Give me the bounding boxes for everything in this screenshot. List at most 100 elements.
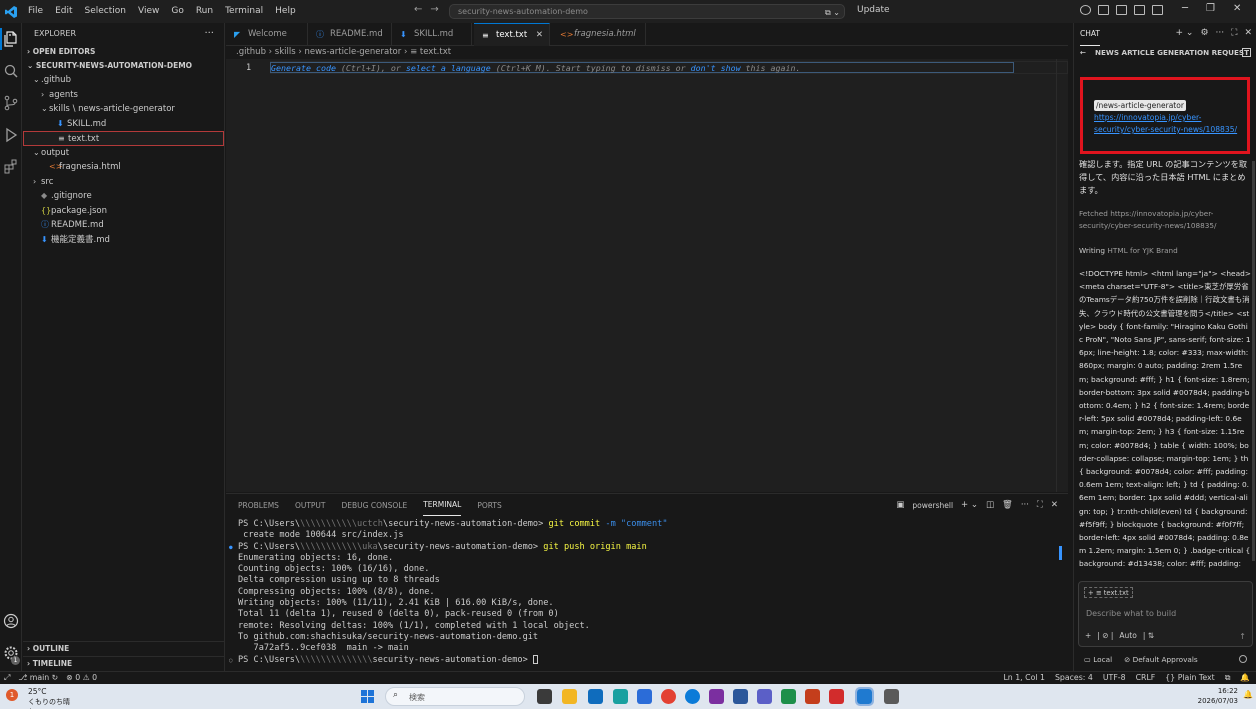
- chat-input-box[interactable]: + ≡ text.txt Describe what to build + | …: [1078, 581, 1253, 647]
- tree-item[interactable]: › agents: [23, 88, 224, 103]
- search-icon[interactable]: [3, 63, 19, 79]
- pdf-reader-icon[interactable]: [829, 689, 844, 704]
- breadcrumb-item[interactable]: .github: [236, 47, 266, 57]
- chat-more-icon[interactable]: ···: [1216, 28, 1225, 38]
- terminal-output[interactable]: PS C:\Users\\\\\\\\\\\\uctch\security-ne…: [226, 519, 1068, 672]
- split-terminal-icon[interactable]: ◫: [986, 500, 994, 510]
- tree-item[interactable]: ◆ .gitignore: [23, 189, 224, 204]
- browser-icon[interactable]: [685, 689, 700, 704]
- tree-item[interactable]: ⌄.github: [23, 73, 224, 88]
- terminal-scrollbar[interactable]: [1059, 546, 1062, 560]
- chat-maximize-icon[interactable]: ⛶: [1231, 28, 1237, 38]
- menu-file[interactable]: File: [22, 0, 49, 23]
- task-view-icon[interactable]: [537, 689, 552, 704]
- system-tray-clock[interactable]: 16:22 2026/07/03 🔔: [1198, 686, 1253, 706]
- tab-fragnesia-html[interactable]: <> fragnesia.html: [552, 23, 646, 46]
- tree-item[interactable]: ⬇ SKILL.md: [23, 117, 224, 132]
- new-chat-icon[interactable]: + ⌄: [1176, 28, 1194, 38]
- breadcrumb-item[interactable]: news-article-generator: [304, 47, 401, 57]
- menu-edit[interactable]: Edit: [49, 0, 78, 23]
- fetched-status[interactable]: Fetched https://innovatopia.jp/cyber-sec…: [1079, 208, 1251, 232]
- language-mode[interactable]: {} Plain Text: [1165, 672, 1214, 684]
- weather-widget[interactable]: 1 25°C くもりのち晴れ: [6, 686, 76, 709]
- tab-debug-console[interactable]: DEBUG CONSOLE: [342, 494, 408, 517]
- tab-readme[interactable]: ⓘ README.md: [308, 23, 392, 46]
- hint-link[interactable]: select a language: [406, 63, 491, 73]
- breadcrumb-item[interactable]: text.txt: [420, 47, 451, 57]
- local-toggle[interactable]: ▭ Local: [1084, 655, 1112, 664]
- attached-file-chip[interactable]: + ≡ text.txt: [1084, 587, 1133, 598]
- chat-settings-icon[interactable]: ⚙: [1200, 28, 1208, 38]
- close-tab-icon[interactable]: ✕: [536, 24, 543, 47]
- branch-status[interactable]: ⎇ main ↻: [18, 672, 58, 684]
- mode-picker[interactable]: Auto: [1119, 631, 1136, 640]
- shell-name[interactable]: powershell: [912, 501, 953, 510]
- slash-command-tag[interactable]: /news-article-generator: [1094, 100, 1186, 111]
- remote-icon[interactable]: ⤢: [4, 672, 10, 684]
- copilot-status-icon[interactable]: ⧉: [1225, 672, 1231, 684]
- outline-section[interactable]: › OUTLINE: [23, 641, 225, 655]
- copilot-icon[interactable]: ⧉ ⌄: [825, 6, 840, 19]
- snipping-tool-icon[interactable]: [884, 689, 899, 704]
- chat-scrollbar[interactable]: [1252, 161, 1255, 561]
- tree-item[interactable]: ⌄skills \ news-article-generator: [23, 102, 224, 117]
- tree-item[interactable]: ⬇ 機能定義書.md: [23, 233, 224, 248]
- windows-start-icon[interactable]: [361, 690, 374, 703]
- tab-problems[interactable]: PROBLEMS: [238, 494, 279, 517]
- excel-icon[interactable]: [781, 689, 796, 704]
- onenote-icon[interactable]: [709, 689, 724, 704]
- word-icon[interactable]: [733, 689, 748, 704]
- indentation[interactable]: Spaces: 4: [1055, 672, 1093, 684]
- minimize-icon[interactable]: ─: [1182, 3, 1188, 14]
- store-icon[interactable]: [637, 689, 652, 704]
- editor-area[interactable]: 1 Generate code (Ctrl+I), or select a la…: [226, 59, 1068, 492]
- request-url-link[interactable]: https://innovatopia.jp/cyber-security/cy…: [1094, 112, 1247, 136]
- problems-status[interactable]: ⊗ 0 ⚠ 0: [66, 672, 97, 684]
- timeline-section[interactable]: › TIMELINE: [23, 656, 225, 670]
- close-window-icon[interactable]: ✕: [1233, 3, 1241, 14]
- file-explorer-icon[interactable]: [562, 689, 577, 704]
- tree-item[interactable]: {}package.json: [23, 204, 224, 219]
- menu-run[interactable]: Run: [190, 0, 219, 23]
- toggle-primary-sidebar-icon[interactable]: [1098, 5, 1109, 15]
- project-root-section[interactable]: ⌄ SECURITY-NEWS-AUTOMATION-DEMO: [23, 59, 224, 73]
- tools-icon[interactable]: | ⊘ |: [1097, 631, 1113, 640]
- hint-link[interactable]: Generate code: [271, 63, 336, 73]
- taskbar-search[interactable]: ⌕ 検索: [385, 687, 525, 706]
- menu-selection[interactable]: Selection: [79, 0, 132, 23]
- forward-arrow-icon[interactable]: →: [430, 4, 438, 15]
- approvals-toggle[interactable]: ⊘ Default Approvals: [1124, 655, 1198, 664]
- menu-go[interactable]: Go: [165, 0, 189, 23]
- run-debug-icon[interactable]: [3, 127, 19, 143]
- hint-link[interactable]: don't show: [691, 63, 741, 73]
- encoding[interactable]: UTF-8: [1103, 672, 1126, 684]
- tab-text-txt[interactable]: ≡ text.txt ✕: [474, 23, 550, 46]
- back-arrow-icon[interactable]: ←: [414, 4, 422, 15]
- extensions-icon[interactable]: [3, 159, 19, 175]
- toggle-panel-icon[interactable]: [1116, 5, 1127, 15]
- edge-icon[interactable]: [613, 689, 628, 704]
- update-button[interactable]: Update: [857, 5, 890, 15]
- chat-close-icon[interactable]: ✕: [1244, 28, 1252, 38]
- chrome-icon[interactable]: [661, 689, 676, 704]
- tab-ports[interactable]: PORTS: [477, 494, 501, 517]
- command-center-search[interactable]: security-news-automation-demo ⧉ ⌄: [449, 4, 845, 19]
- panel-more-icon[interactable]: ···: [1021, 500, 1029, 510]
- open-editors-section[interactable]: › OPEN EDITORS: [23, 45, 224, 59]
- menu-terminal[interactable]: Terminal: [219, 0, 269, 23]
- tree-item[interactable]: ≡ text.txt: [23, 131, 224, 146]
- tab-output[interactable]: OUTPUT: [295, 494, 326, 517]
- close-panel-icon[interactable]: ✕: [1051, 500, 1058, 510]
- outlook-icon[interactable]: [588, 689, 603, 704]
- tree-item[interactable]: ⓘ README.md: [23, 218, 224, 233]
- notification-bell-icon[interactable]: 🔔: [1243, 690, 1253, 700]
- new-terminal-icon[interactable]: + ⌄: [961, 500, 978, 510]
- explorer-icon[interactable]: [0, 28, 19, 50]
- back-arrow-icon[interactable]: ←: [1080, 45, 1086, 61]
- tab-welcome[interactable]: ◤ Welcome: [226, 23, 308, 46]
- notifications-icon[interactable]: 🔔: [1240, 672, 1250, 684]
- tab-skill-md[interactable]: ⬇ SKILL.md: [392, 23, 472, 46]
- session-panel-icon[interactable]: [1242, 48, 1251, 57]
- line-ending[interactable]: CRLF: [1136, 672, 1156, 684]
- model-picker-icon[interactable]: | ⇅: [1143, 631, 1154, 640]
